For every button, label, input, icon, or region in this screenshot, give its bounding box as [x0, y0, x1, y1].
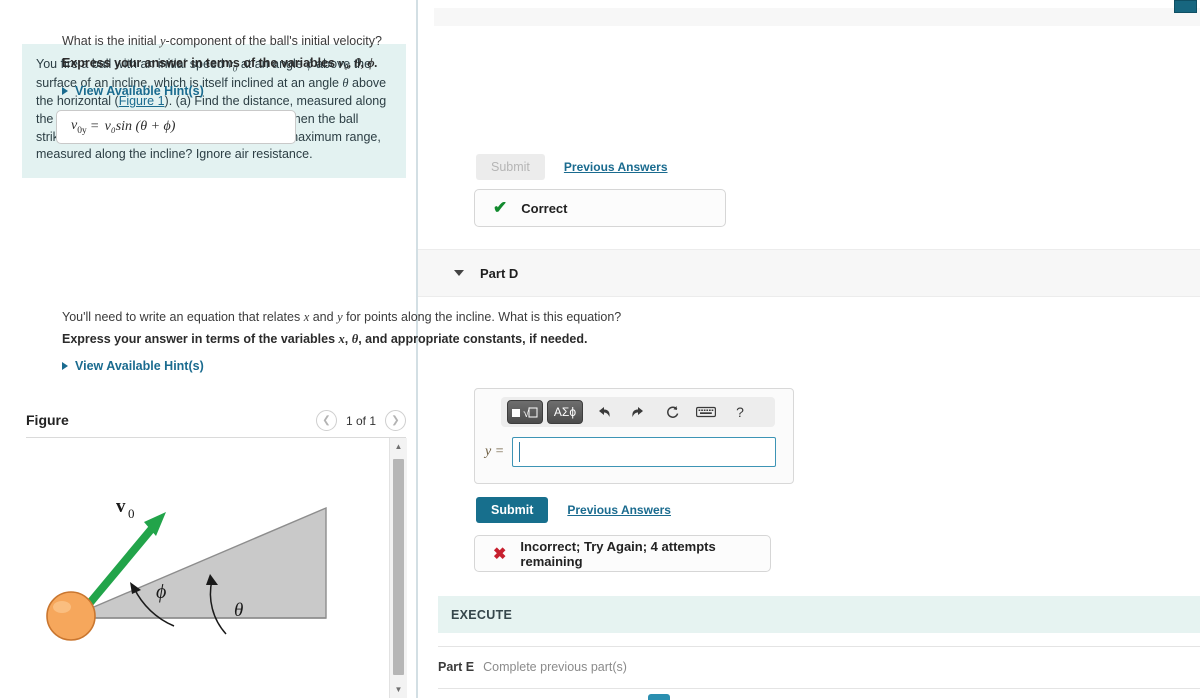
- execute-label: EXECUTE: [451, 607, 513, 622]
- help-icon[interactable]: ?: [727, 400, 753, 424]
- part-d-header[interactable]: Part D: [418, 249, 1200, 297]
- math-toolbar: √ ΑΣϕ ?: [501, 397, 775, 427]
- redo-glyph: [632, 407, 643, 417]
- part-c-action-row: Submit Previous Answers: [476, 154, 668, 180]
- part-d-feedback-text: Incorrect; Try Again; 4 attempts remaini…: [520, 538, 716, 569]
- part-c-answer-equals: =: [90, 119, 99, 134]
- x-icon: ✖: [493, 545, 507, 563]
- part-d-answer-label: y =: [485, 444, 505, 459]
- part-c-hints-toggle[interactable]: View Available Hint(s): [62, 84, 204, 98]
- part-e-divider-top: [438, 646, 1200, 647]
- part-d-instruction-seg1: Express your answer in terms of the vari…: [62, 332, 339, 346]
- check-icon: ✔: [493, 198, 508, 217]
- part-d-math-editor: √ ΑΣϕ ? y =: [474, 388, 794, 484]
- text-caret: [519, 442, 521, 462]
- reset-glyph: [666, 405, 678, 418]
- incline-diagram: v 0 ϕ θ: [46, 496, 327, 641]
- part-c-instruction-pre: Express your answer in terms of the vari…: [62, 56, 339, 70]
- part-e-row[interactable]: Part E Complete previous part(s): [438, 660, 627, 674]
- keyboard-glyph: [696, 406, 716, 418]
- figure-count-label: 1 of 1: [345, 413, 376, 428]
- part-c-feedback-correct: ✔ Correct: [474, 189, 726, 227]
- corner-tab-button[interactable]: [1174, 0, 1197, 13]
- chevron-left-icon[interactable]: ❮: [315, 410, 337, 431]
- part-c-instruction-vars: v₀, θ, ϕ.: [338, 56, 378, 70]
- part-d-instruction-seg2: ,: [344, 332, 352, 346]
- part-d-feedback-incorrect: ✖ Incorrect; Try Again; 4 attempts remai…: [474, 535, 771, 572]
- part-e-label: Part E: [438, 660, 475, 674]
- phi-label: ϕ: [156, 581, 166, 603]
- undo-glyph: [599, 407, 610, 417]
- part-d-hints-label: View Available Hint(s): [75, 359, 204, 373]
- part-d-instruction-seg3: , and appropriate constants, if needed.: [358, 332, 588, 346]
- part-d-submit-button[interactable]: Submit: [476, 497, 549, 523]
- part-d-question-seg2: and: [309, 310, 338, 324]
- part-c-instruction: Express your answer in terms of the vari…: [62, 56, 378, 71]
- greek-symbols-icon[interactable]: ΑΣϕ: [547, 400, 583, 424]
- part-e-divider-bottom: [438, 688, 1200, 689]
- part-d-question-seg3: for points along the incline. What is th…: [342, 310, 622, 324]
- part-c-question-post: -component of the ball's initial velocit…: [165, 34, 382, 48]
- part-d-answer-line: y =: [485, 437, 777, 467]
- part-c-hints-label: View Available Hint(s): [75, 84, 204, 98]
- top-section-band: [434, 8, 1200, 26]
- part-e-status: Complete previous part(s): [483, 660, 627, 674]
- part-d-instruction: Express your answer in terms of the vari…: [62, 332, 587, 347]
- part-c-submit-button[interactable]: Submit: [476, 154, 545, 180]
- part-d-previous-answers-link[interactable]: Previous Answers: [567, 503, 671, 517]
- part-c-answer-rhs: v₀sin (θ + ϕ): [104, 119, 176, 134]
- scroll-down-arrow-icon[interactable]: ▼: [390, 681, 407, 698]
- page-root: You fire a ball with an initial speed v0…: [0, 0, 1200, 700]
- figure-scrollbar[interactable]: ▲ ▼: [389, 438, 407, 698]
- part-c-feedback-text: Correct: [521, 200, 568, 216]
- part-d-question-seg1: You'll need to write an equation that re…: [62, 310, 304, 324]
- figure-viewport: v 0 ϕ θ: [26, 438, 406, 698]
- part-c-answer-lhs: v0y: [71, 118, 87, 136]
- scrollbar-thumb[interactable]: [393, 459, 404, 675]
- figure-title: Figure: [26, 412, 69, 428]
- math-template-icon[interactable]: √: [507, 400, 543, 424]
- velocity-label-sub: 0: [128, 506, 135, 521]
- undo-icon[interactable]: [591, 400, 617, 424]
- chevron-right-icon[interactable]: ❯: [385, 410, 406, 431]
- redo-icon[interactable]: [625, 400, 651, 424]
- velocity-label: v: [116, 496, 126, 517]
- part-d-label: Part D: [480, 265, 519, 281]
- bottom-scroll-indicator[interactable]: [648, 694, 670, 700]
- part-c-question: What is the initial y-component of the b…: [62, 34, 382, 49]
- part-d-hints-toggle[interactable]: View Available Hint(s): [62, 359, 204, 373]
- figure-navigation: ❮ 1 of 1 ❯: [315, 410, 406, 431]
- part-c-question-pre: What is the initial: [62, 34, 160, 48]
- triangle-right-icon: [62, 87, 68, 95]
- part-d-answer-input[interactable]: [512, 437, 777, 467]
- math-template-glyph: √: [512, 406, 538, 420]
- part-d-question: You'll need to write an equation that re…: [62, 310, 621, 325]
- part-c-answer-box: v0y = v₀sin (θ + ϕ): [56, 110, 296, 144]
- caret-down-icon[interactable]: [454, 270, 464, 276]
- ball: [46, 591, 96, 641]
- triangle-right-icon: [62, 362, 68, 370]
- keyboard-icon[interactable]: [693, 400, 719, 424]
- reset-icon[interactable]: [659, 400, 685, 424]
- theta-label: θ: [234, 600, 243, 621]
- right-panel: [418, 0, 1200, 698]
- scroll-up-arrow-icon[interactable]: ▲: [390, 438, 407, 455]
- part-d-action-row: Submit Previous Answers: [476, 497, 671, 523]
- left-panel: You fire a ball with an initial speed v0…: [0, 0, 417, 698]
- incline-triangle: [67, 506, 327, 619]
- ball-highlight: [53, 601, 71, 613]
- part-c-previous-answers-link[interactable]: Previous Answers: [564, 160, 668, 174]
- execute-section-header: EXECUTE: [438, 596, 1200, 633]
